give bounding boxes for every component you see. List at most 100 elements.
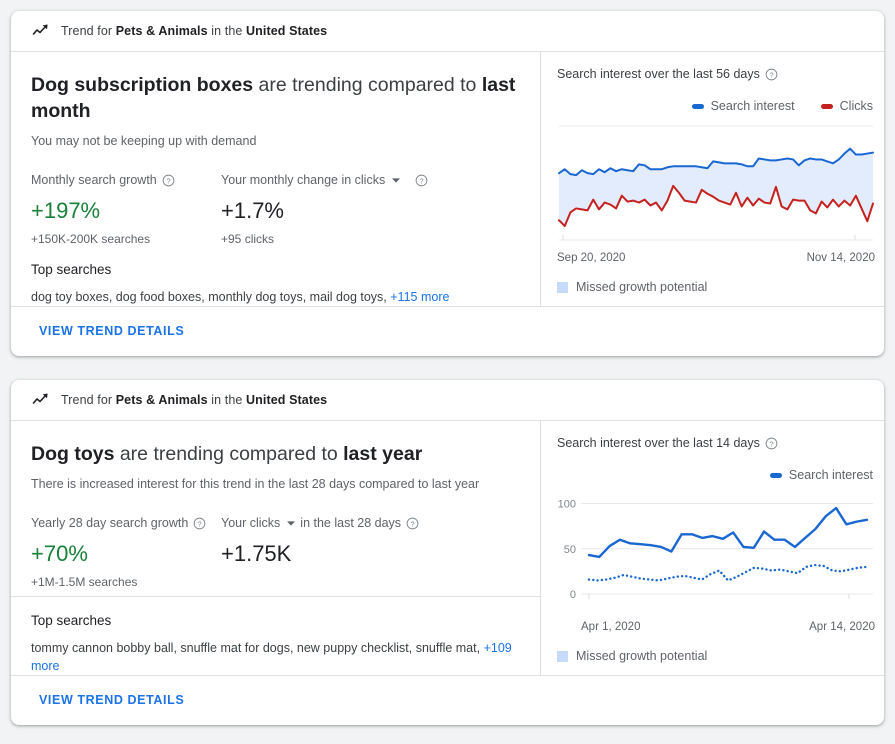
top-searches-section: Top searches tommy cannon bobby ball, sn… [11, 597, 540, 675]
card-header-text: Trend for Pets & Animals in the United S… [61, 393, 327, 407]
svg-text:?: ? [166, 176, 170, 185]
header-category: Pets & Animals [116, 393, 208, 407]
trend-card-1: Trend for Pets & Animals in the United S… [11, 11, 884, 356]
help-icon[interactable]: ? [406, 517, 419, 530]
metric-value: +197% [31, 197, 221, 225]
metric-click-change: Your monthly change in clicks ? +1.7% +9… [221, 172, 428, 246]
metrics-row: Monthly search growth ? +197% +150K-200K… [11, 150, 540, 246]
trends-page: Trend for Pets & Animals in the United S… [0, 0, 895, 744]
legend-item-search-interest: Search interest [770, 468, 873, 482]
missed-growth-label: Missed growth potential [576, 649, 707, 663]
top-searches-section: Top searches dog toy boxes, dog food box… [11, 246, 540, 306]
metric-clicks: Your clicks in the last 28 days ? +1.75K [221, 515, 419, 596]
chevron-down-icon[interactable] [286, 518, 296, 528]
view-trend-details-button[interactable]: VIEW TREND DETAILS [31, 316, 192, 346]
legend-label: Search interest [711, 99, 795, 113]
lead-block: Dog toys are trending compared to last y… [11, 421, 540, 493]
metric-label: Yearly 28 day search growth ? [31, 515, 221, 531]
svg-text:?: ? [769, 70, 773, 79]
title-term: Dog toys [31, 443, 114, 465]
top-searches-terms: dog toy boxes, dog food boxes, monthly d… [31, 290, 390, 304]
trending-up-icon [31, 390, 51, 410]
help-icon[interactable]: ? [193, 517, 206, 530]
chart-title-text: Search interest over the last 14 days [557, 435, 760, 451]
top-searches-title: Top searches [31, 613, 520, 628]
card-left-pane: Dog toys are trending compared to last y… [11, 421, 541, 675]
trending-up-icon [31, 21, 51, 41]
chevron-down-icon[interactable] [391, 175, 401, 185]
missed-growth-swatch [557, 282, 568, 293]
legend-item-clicks: Clicks [821, 99, 873, 113]
metric-note: +150K-200K searches [31, 232, 221, 246]
header-prefix: Trend for [61, 393, 116, 407]
card-header-text: Trend for Pets & Animals in the United S… [61, 24, 327, 38]
help-icon[interactable]: ? [162, 174, 175, 187]
top-searches-more-link[interactable]: +115 more [390, 290, 449, 304]
legend-item-search-interest: Search interest [692, 99, 795, 113]
chart-title: Search interest over the last 14 days ? [557, 435, 875, 451]
top-searches-title: Top searches [31, 262, 520, 277]
card-footer: VIEW TREND DETAILS [11, 675, 884, 724]
legend-swatch-clicks [821, 104, 833, 109]
metric-label: Your monthly change in clicks ? [221, 172, 428, 188]
metric-value: +1.75K [221, 540, 419, 568]
missed-growth-label: Missed growth potential [576, 280, 707, 294]
metric-label-text: Your clicks [221, 515, 280, 531]
chart-x-axis-labels: Sep 20, 2020 Nov 14, 2020 [557, 252, 875, 264]
legend-swatch-search-interest [692, 104, 704, 109]
card-left-pane: Dog subscription boxes are trending comp… [11, 52, 541, 306]
svg-text:0: 0 [570, 589, 576, 601]
page-title: Dog subscription boxes are trending comp… [31, 72, 520, 124]
chart-x-axis-labels: Apr 1, 2020 Apr 14, 2020 [557, 621, 875, 633]
card-footer: VIEW TREND DETAILS [11, 306, 884, 355]
header-location: United States [246, 393, 327, 407]
metric-label-text: Yearly 28 day search growth [31, 515, 188, 531]
chart-legend: Search interest Clicks [557, 98, 875, 114]
metric-label-text: Monthly search growth [31, 172, 157, 188]
card-body: Dog toys are trending compared to last y… [11, 421, 884, 675]
chart-plot-area: 100 50 0 [557, 491, 875, 616]
title-middle: are trending compared to [114, 443, 343, 465]
metric-label: Monthly search growth ? [31, 172, 221, 188]
header-location: United States [246, 24, 327, 38]
line-chart-2: 100 50 0 [557, 491, 875, 616]
metric-note: +95 clicks [221, 232, 428, 246]
page-title: Dog toys are trending compared to last y… [31, 441, 520, 467]
help-icon[interactable]: ? [415, 174, 428, 187]
chart-title: Search interest over the last 56 days ? [557, 66, 875, 82]
missed-growth-swatch [557, 651, 568, 662]
svg-text:?: ? [420, 176, 424, 185]
metric-label: Your clicks in the last 28 days ? [221, 515, 419, 531]
title-middle: are trending compared to [253, 74, 482, 96]
chart-legend: Search interest [557, 467, 875, 483]
svg-text:?: ? [411, 519, 415, 528]
chart-footer-legend: Missed growth potential [557, 280, 875, 294]
x-axis-start-label: Apr 1, 2020 [581, 621, 640, 633]
lead-subtitle: There is increased interest for this tre… [31, 476, 520, 493]
card-header: Trend for Pets & Animals in the United S… [11, 11, 884, 52]
metric-label-text: Your monthly change in clicks [221, 172, 385, 188]
svg-text:100: 100 [558, 499, 576, 511]
view-trend-details-button[interactable]: VIEW TREND DETAILS [31, 685, 192, 715]
lead-block: Dog subscription boxes are trending comp… [11, 52, 540, 150]
chart-title-text: Search interest over the last 56 days [557, 66, 760, 82]
header-category: Pets & Animals [116, 24, 208, 38]
header-prefix: Trend for [61, 24, 116, 38]
title-period: last year [343, 443, 422, 465]
svg-text:?: ? [198, 519, 202, 528]
card-chart-pane: Search interest over the last 56 days ? … [541, 52, 884, 306]
svg-text:50: 50 [564, 544, 576, 556]
chart-footer-legend: Missed growth potential [557, 649, 875, 663]
lead-subtitle: You may not be keeping up with demand [31, 133, 520, 150]
metric-value: +70% [31, 540, 221, 568]
help-icon[interactable]: ? [765, 68, 778, 81]
help-icon[interactable]: ? [765, 437, 778, 450]
metric-label-suffix: in the last 28 days [300, 515, 401, 531]
card-body: Dog subscription boxes are trending comp… [11, 52, 884, 306]
top-searches-list: dog toy boxes, dog food boxes, monthly d… [31, 288, 520, 306]
card-header: Trend for Pets & Animals in the United S… [11, 380, 884, 421]
header-middle: in the [208, 393, 246, 407]
svg-text:?: ? [769, 439, 773, 448]
legend-label: Clicks [840, 99, 873, 113]
trend-card-2: Trend for Pets & Animals in the United S… [11, 380, 884, 725]
